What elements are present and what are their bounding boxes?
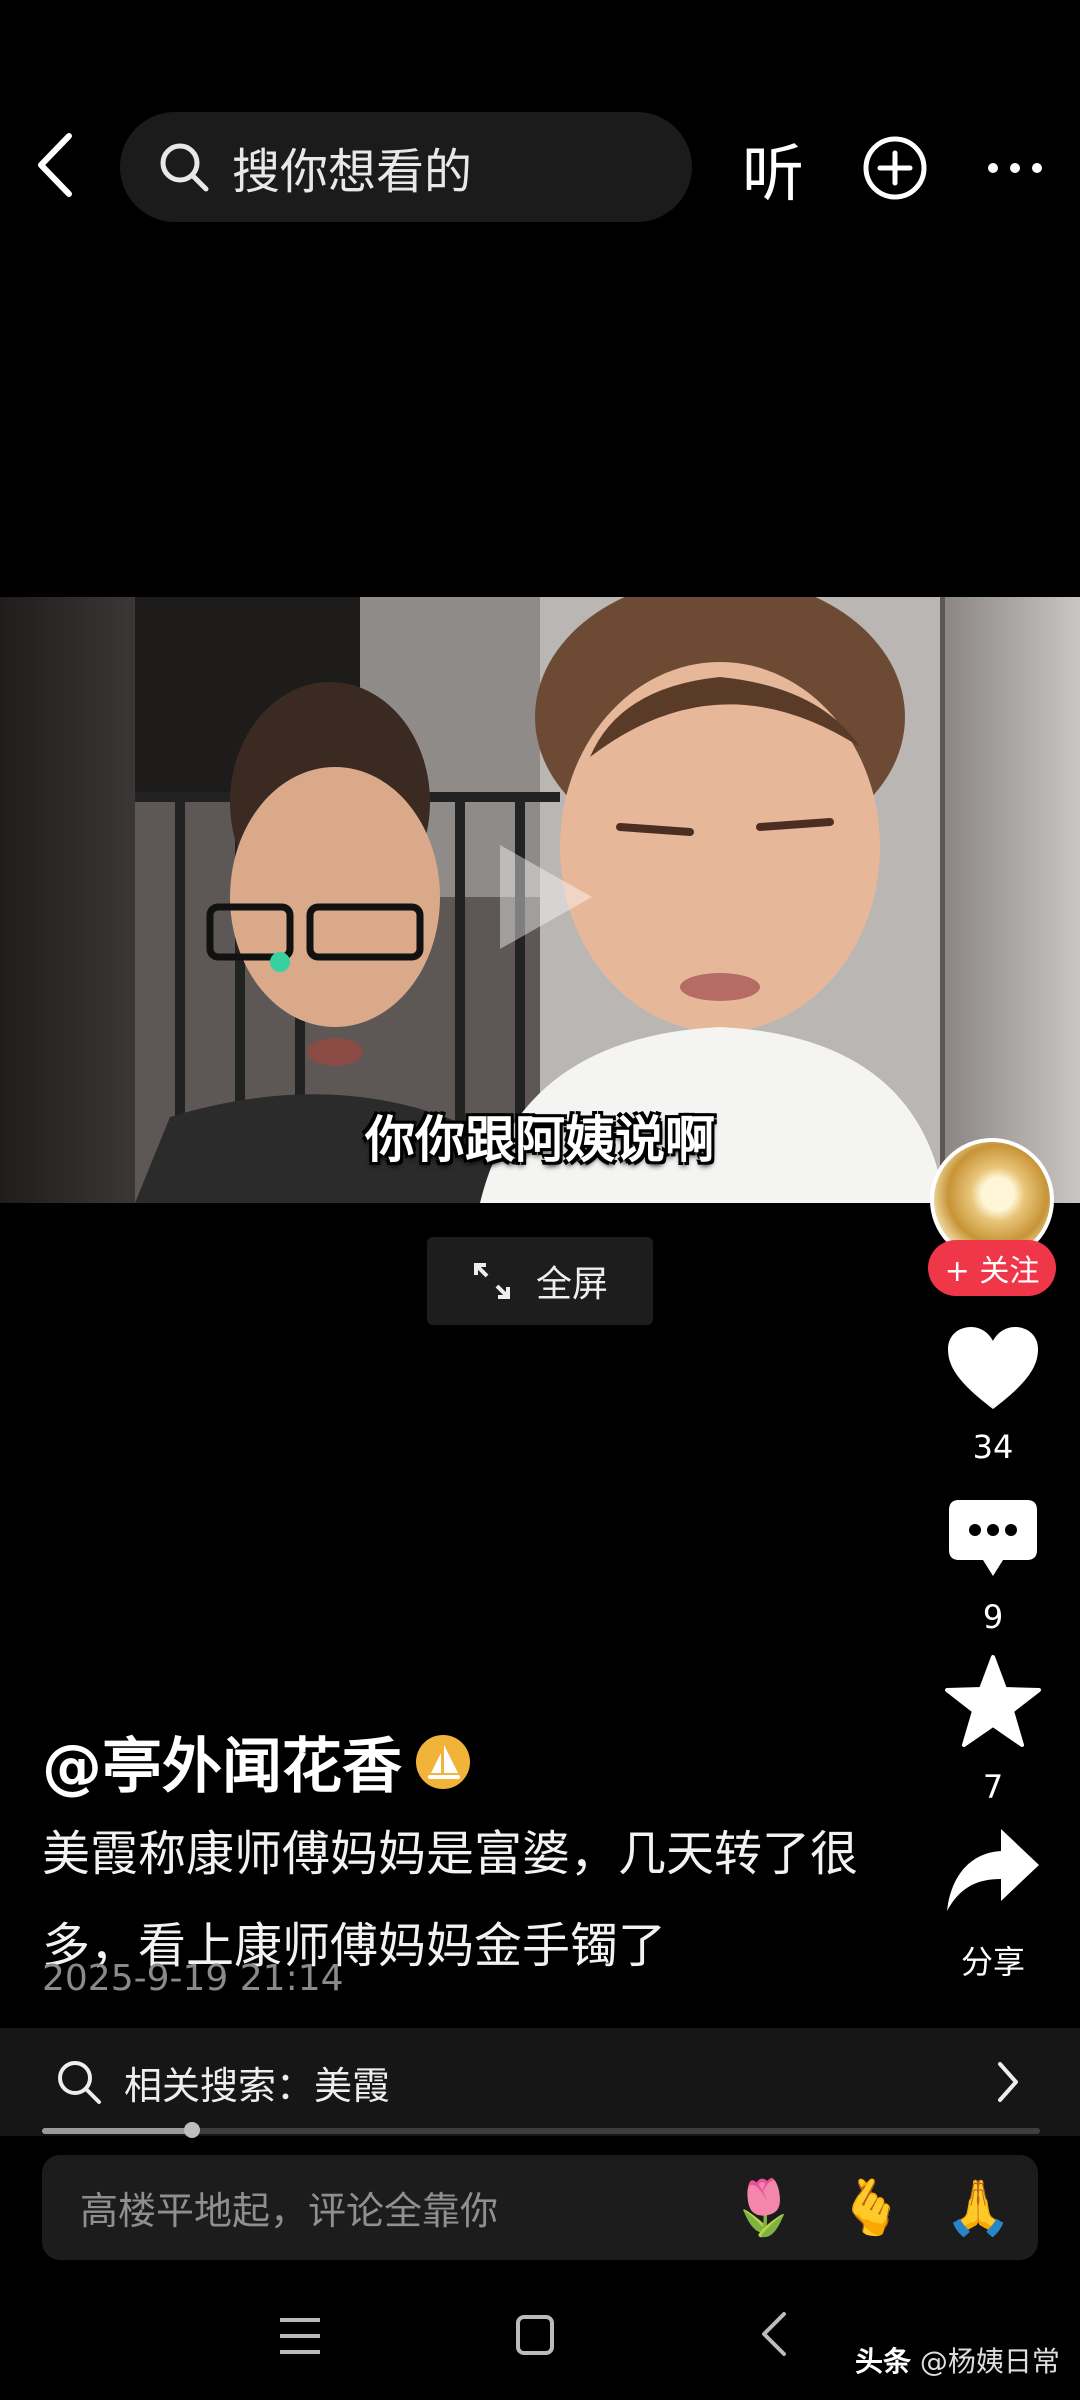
back-nav-icon[interactable] [758,2310,788,2358]
video-subtitle: 你你跟阿姨说啊 [365,1111,715,1169]
share-label: 分享 [960,1943,1025,1981]
comment-button[interactable] [933,1498,1053,1582]
like-button[interactable] [933,1325,1053,1411]
favorite-button[interactable] [933,1655,1053,1747]
favorite-count: 7 [982,1768,1004,1806]
chevron-right-icon [998,2062,1018,2102]
expand-icon [473,1263,510,1299]
share-button[interactable] [933,1825,1053,1915]
author-name: @亭外闻花香 [42,1732,402,1802]
emoji-tulip-button[interactable]: 🌷 [730,2176,797,2240]
follow-label: + 关注 [944,1254,1040,1289]
verified-badge-icon [416,1734,470,1789]
more-button[interactable] [980,128,1050,208]
watermark: 头条 @杨姨日常 [855,2340,1060,2380]
watermark-brand: 头条 [855,2345,912,2378]
emoji-pray-button[interactable]: 🙏 [945,2176,1012,2240]
comment-bubble-icon [949,1500,1037,1576]
heart-icon [948,1327,1038,1409]
recent-apps-icon[interactable] [278,2316,322,2356]
add-button[interactable] [860,128,930,208]
search-icon [160,143,209,192]
share-arrow-icon [947,1829,1039,1911]
follow-button[interactable]: + 关注 [928,1240,1056,1296]
search-bar[interactable]: 搜你想看的 [120,112,692,222]
video-progress-fill [42,2128,192,2134]
comment-count: 9 [982,1598,1004,1636]
related-search-label: 相关搜索：美霞 [124,2063,391,2108]
emoji-finger-heart-button[interactable]: 🫰 [838,2176,905,2240]
author-name-row[interactable]: @亭外闻花香 [42,1718,472,1805]
home-icon[interactable] [515,2314,555,2356]
watermark-account: @杨姨日常 [919,2345,1060,2378]
like-count: 34 [972,1428,1014,1466]
chevron-left-icon [38,133,72,197]
video-progress-handle[interactable] [183,2122,200,2138]
search-placeholder: 搜你想看的 [232,144,473,200]
fullscreen-button[interactable]: 全屏 [427,1237,653,1325]
fullscreen-label: 全屏 [535,1264,608,1305]
search-icon [58,2061,101,2104]
comment-input[interactable]: 高楼平地起，评论全靠你 🌷 🫰 🙏 [42,2155,1038,2260]
comment-placeholder: 高楼平地起，评论全靠你 [80,2189,499,2233]
listen-label: 听 [741,137,804,210]
plus-circle-icon [863,136,927,200]
star-icon [945,1655,1041,1747]
more-dots-icon [988,163,1042,173]
post-timestamp: 2025-9-19 21:14 [42,1958,344,1999]
back-button[interactable] [20,125,90,205]
listen-button[interactable]: 听 [738,128,808,210]
related-search-bar[interactable]: 相关搜索：美霞 [0,2028,1080,2136]
